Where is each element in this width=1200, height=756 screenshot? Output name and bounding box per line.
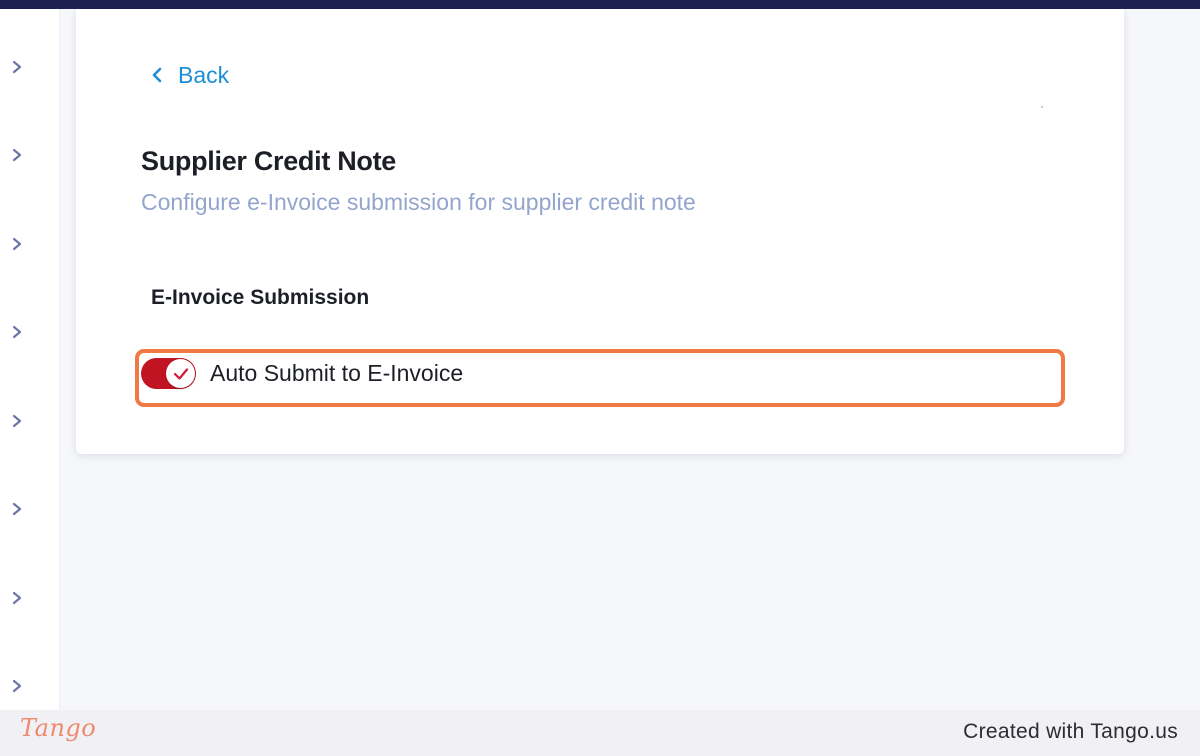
auto-submit-toggle[interactable] bbox=[141, 358, 196, 389]
sidebar-expand-4[interactable] bbox=[6, 321, 28, 343]
chevron-right-icon bbox=[12, 679, 22, 693]
sidebar-expand-2[interactable] bbox=[6, 144, 28, 166]
check-icon bbox=[173, 367, 188, 380]
back-label: Back bbox=[178, 61, 230, 88]
chevron-right-icon bbox=[12, 414, 22, 428]
divider-speck bbox=[1041, 106, 1043, 108]
chevron-right-icon bbox=[12, 60, 22, 74]
section-title: E-Invoice Submission bbox=[151, 286, 370, 309]
chevron-right-icon bbox=[12, 591, 22, 605]
sidebar-expand-6[interactable] bbox=[6, 498, 28, 520]
sidebar-expand-7[interactable] bbox=[6, 587, 28, 609]
back-link[interactable]: Back bbox=[150, 58, 229, 92]
chevron-left-icon bbox=[152, 67, 162, 83]
footer-credit: Created with Tango.us bbox=[963, 720, 1178, 743]
tango-logo: Tango bbox=[20, 714, 97, 742]
sidebar-expand-8[interactable] bbox=[6, 675, 28, 697]
sidebar bbox=[0, 9, 60, 710]
chevron-right-icon bbox=[12, 237, 22, 251]
sidebar-expand-5[interactable] bbox=[6, 410, 28, 432]
toggle-knob bbox=[166, 359, 195, 388]
chevron-right-icon bbox=[12, 502, 22, 516]
chevron-right-icon bbox=[12, 325, 22, 339]
page-subtitle: Configure e-Invoice submission for suppl… bbox=[141, 189, 696, 215]
top-bar bbox=[0, 0, 1200, 9]
page-title: Supplier Credit Note bbox=[141, 146, 397, 176]
sidebar-expand-3[interactable] bbox=[6, 233, 28, 255]
chevron-right-icon bbox=[12, 148, 22, 162]
sidebar-expand-1[interactable] bbox=[6, 56, 28, 78]
auto-submit-label[interactable]: Auto Submit to E-Invoice bbox=[210, 360, 463, 387]
